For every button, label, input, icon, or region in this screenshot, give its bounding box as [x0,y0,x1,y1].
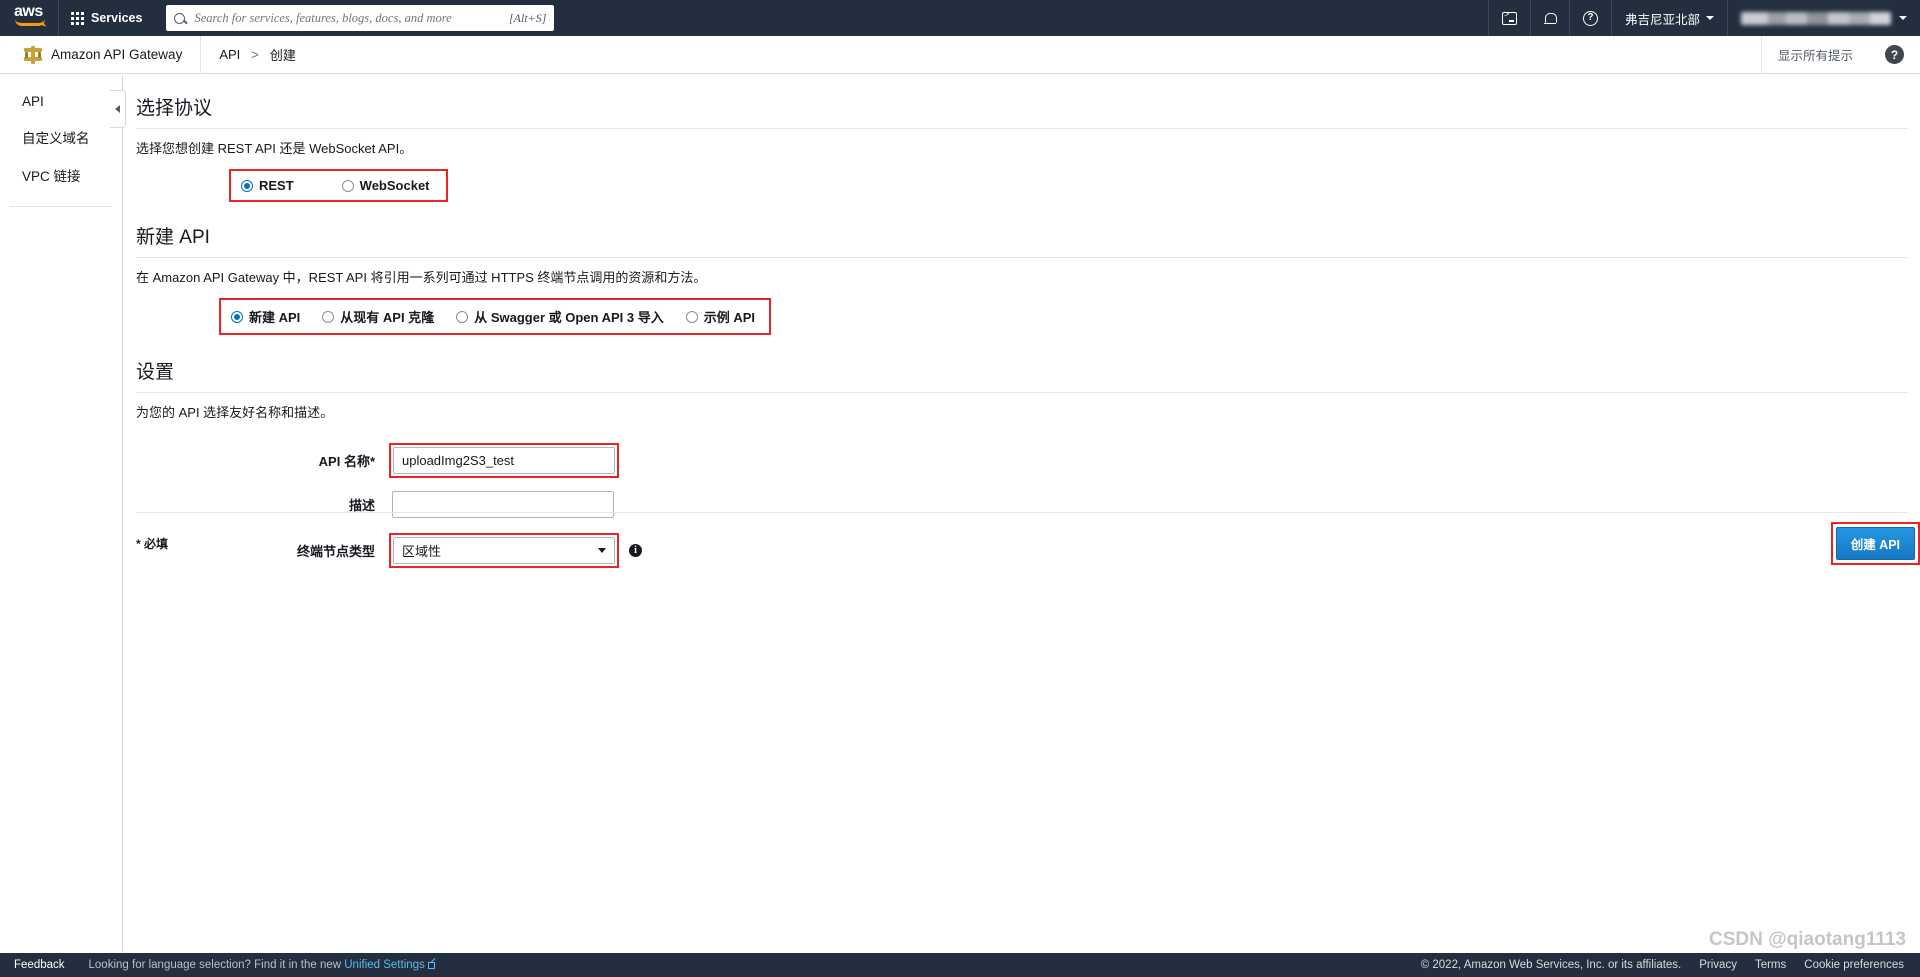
create-api-button[interactable]: 创建 API [1835,526,1915,560]
panel-footer: * 必填 创建 API [124,521,1920,565]
radio-example-api[interactable]: 示例 API [685,307,755,326]
chevron-down-icon [1706,16,1714,20]
main-content: 选择协议 选择您想创建 REST API 还是 WebSocket API。 R… [124,75,1920,953]
cloudshell-button[interactable] [1489,0,1530,36]
bottom-status-bar: Feedback Looking for language selection?… [0,953,1920,977]
left-sidebar: API 自定义域名 VPC 链接 [0,75,123,953]
question-mark-icon: ? [1582,10,1598,26]
account-name-redacted [1741,11,1891,25]
description-input[interactable] [392,491,614,518]
api-name-label: API 名称* [318,454,375,469]
radio-example-api-label: 示例 API [703,310,755,325]
form-row-api-name: API 名称* [124,443,1920,478]
required-field-note: * 必填 [136,536,169,551]
bottom-bar-right-group: © 2022, Amazon Web Services, Inc. or its… [1421,959,1920,971]
service-bar-right-group: 显示所有提示 ? [1760,35,1920,74]
breadcrumb-item-api[interactable]: API [219,47,240,62]
account-menu[interactable] [1728,0,1920,36]
new-api-section-description: 在 Amazon API Gateway 中，REST API 将引用一系列可通… [136,270,707,285]
sidebar-collapse-button[interactable] [110,90,126,128]
new-api-section-heading: 新建 API [136,227,210,248]
api-gateway-icon [24,45,42,64]
chevron-left-icon [115,105,120,113]
description-field-wrap [389,491,614,518]
external-link-icon [427,962,435,969]
sidebar-item-vpc-links[interactable]: VPC 链接 [0,156,122,194]
privacy-link[interactable]: Privacy [1699,959,1737,971]
radio-rest-indicator [241,179,253,192]
protocol-highlight-box: REST WebSocket [229,169,448,202]
api-name-field-wrap [389,443,619,478]
radio-websocket-indicator [341,179,354,192]
radio-clone-existing-api-label: 从现有 API 克隆 [340,310,435,325]
api-name-input[interactable] [393,447,615,474]
sidebar-item-api[interactable]: API [0,85,122,118]
copyright-text: © 2022, Amazon Web Services, Inc. or its… [1420,959,1682,971]
terms-link[interactable]: Terms [1755,959,1786,971]
search-input[interactable] [192,9,509,27]
service-header-bar: Amazon API Gateway API > 创建 显示所有提示 ? [0,35,1920,74]
create-api-highlight-box: 创建 API [1830,521,1920,565]
language-selection-note: Looking for language selection? Find it … [79,959,435,971]
sidebar-item-custom-domain-names[interactable]: 自定义域名 [0,118,122,156]
radio-new-api-indicator [231,310,243,323]
radio-websocket-label: WebSocket [359,178,430,193]
radio-new-api[interactable]: 新建 API [231,307,300,326]
breadcrumb-separator: > [251,47,259,62]
radio-rest-label: REST [259,178,294,193]
radio-rest[interactable]: REST [241,178,294,193]
breadcrumb: API > 创建 [201,45,296,64]
settings-section-heading: 设置 [136,362,175,383]
services-menu-button[interactable]: Services [59,0,154,36]
radio-import-swagger-indicator [456,310,469,323]
radio-example-api-indicator [685,310,698,323]
radio-clone-existing-api-indicator [322,310,335,323]
notifications-button[interactable] [1531,0,1569,36]
radio-new-api-label: 新建 API [249,310,301,325]
help-button[interactable]: ? [1570,0,1611,36]
service-home-link[interactable]: Amazon API Gateway [0,36,200,74]
aws-logo[interactable]: aws [14,3,58,31]
chevron-down-icon-account [1899,16,1907,20]
cloudshell-icon [1501,10,1517,25]
new-api-highlight-box: 新建 API 从现有 API 克隆 从 Swagger 或 Open API 3… [219,298,771,335]
radio-websocket[interactable]: WebSocket [341,178,430,193]
services-menu-label: Services [91,11,143,25]
region-label: 弗吉尼亚北部 [1624,12,1700,27]
show-all-hints-link[interactable]: 显示所有提示 [1760,35,1869,74]
radio-import-swagger-label: 从 Swagger 或 Open API 3 导入 [474,310,664,325]
aws-top-navigation: aws Services [Alt+S] ? 弗吉尼亚北部 [0,0,1920,36]
protocol-section-description: 选择您想创建 REST API 还是 WebSocket API。 [136,141,413,156]
language-note-text: Looking for language selection? Find it … [88,959,342,971]
unified-settings-link[interactable]: Unified Settings [344,959,425,971]
new-api-radio-row: 新建 API 从现有 API 克隆 从 Swagger 或 Open API 3… [124,298,1920,335]
cookie-preferences-link[interactable]: Cookie preferences [1804,959,1904,971]
global-search-box[interactable]: [Alt+S] [166,5,555,31]
radio-clone-existing-api[interactable]: 从现有 API 克隆 [322,307,434,326]
protocol-section-heading: 选择协议 [136,98,213,119]
topnav-right-group: ? 弗吉尼亚北部 [1487,0,1920,36]
bell-icon [1543,12,1557,24]
panel-footer-divider [136,512,1908,513]
form-row-description: 描述 [124,491,1920,518]
aws-logo-smile-icon [15,19,45,26]
grid-menu-icon [71,11,84,25]
radio-import-swagger[interactable]: 从 Swagger 或 Open API 3 导入 [456,307,664,326]
settings-section-description: 为您的 API 选择友好名称和描述。 [136,405,334,420]
breadcrumb-item-create: 创建 [269,48,296,63]
api-name-highlight-box [389,443,619,478]
feedback-button[interactable]: Feedback [0,953,79,977]
sidebar-divider [10,206,112,207]
search-icon [174,12,186,24]
help-circle-icon[interactable]: ? [1885,45,1904,64]
service-name-label: Amazon API Gateway [51,47,183,62]
aws-logo-wordmark: aws [14,3,43,20]
search-shortcut-hint: [Alt+S] [509,10,547,25]
protocol-radio-row: REST WebSocket [124,169,1920,202]
region-selector[interactable]: 弗吉尼亚北部 [1612,0,1727,36]
